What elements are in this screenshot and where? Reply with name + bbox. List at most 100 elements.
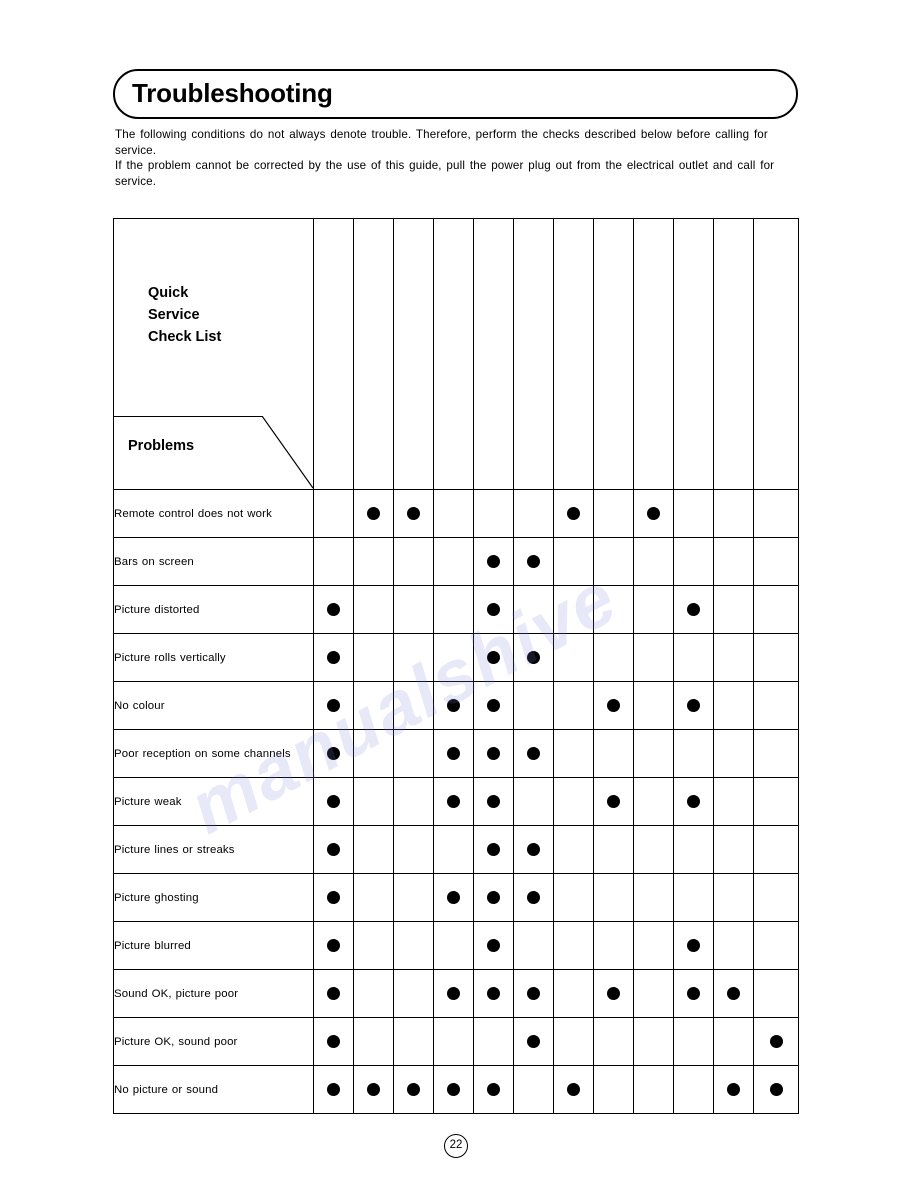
matrix-cell: [553, 489, 594, 538]
matrix-cell: [473, 489, 514, 538]
matrix-cell: [313, 585, 354, 634]
row-axis-label: Problems: [128, 438, 195, 454]
matrix-cell: [513, 969, 554, 1018]
matrix-cell: [313, 1017, 354, 1066]
column-header-5: If outside antenna is used, check for br…: [513, 218, 554, 490]
problem-label: Sound OK, picture poor: [113, 969, 314, 1018]
matrix-cell: [433, 969, 474, 1018]
matrix-cell: [593, 873, 634, 922]
check-dot: [687, 794, 700, 808]
matrix-cell: [753, 1017, 799, 1066]
check-dot: [367, 506, 380, 520]
page-number: 22: [444, 1134, 468, 1158]
check-dot: [327, 698, 340, 712]
matrix-cell: [713, 969, 754, 1018]
matrix-cell: [393, 633, 434, 682]
check-dot: [327, 746, 340, 760]
matrix-cell: [593, 537, 634, 586]
matrix-cell: [673, 1065, 714, 1114]
matrix-cell: [673, 729, 714, 778]
matrix-cell: [313, 681, 354, 730]
check-dot: [327, 1082, 340, 1096]
matrix-cell: [473, 873, 514, 922]
column-header-1-label: Try a new channel to check for possible …: [354, 225, 355, 483]
check-dot: [687, 602, 700, 616]
corner-diagonal: [262, 416, 313, 489]
check-dot: [487, 986, 500, 1000]
check-list-heading-line-3: Check List: [148, 329, 222, 345]
matrix-cell: [393, 489, 434, 538]
check-dot: [527, 842, 540, 856]
matrix-cell: [633, 921, 674, 970]
check-dot: [367, 1082, 380, 1096]
matrix-cell: [473, 777, 514, 826]
matrix-cell: [553, 921, 594, 970]
matrix-cell: [313, 921, 354, 970]
matrix-cell: [433, 585, 474, 634]
check-dot: [647, 506, 660, 520]
matrix-cell: [673, 537, 714, 586]
matrix-cell: [633, 777, 674, 826]
check-dot: [687, 986, 700, 1000]
matrix-cell: [513, 825, 554, 874]
matrix-cell: [633, 1065, 674, 1114]
column-header-8-label: Adjust COLOUR control: [634, 225, 635, 483]
matrix-cell: [713, 633, 754, 682]
column-header-11-label: Check if the Brightness or Contrast sett…: [754, 225, 755, 483]
matrix-cell: [313, 489, 354, 538]
check-dot: [327, 890, 340, 904]
matrix-cell: [313, 969, 354, 1018]
matrix-cell: [753, 969, 799, 1018]
check-list-heading-line-1: Quick: [148, 285, 189, 301]
matrix-cell: [313, 729, 354, 778]
matrix-cell: [753, 1065, 799, 1114]
check-dot: [487, 842, 500, 856]
column-axis-label: Possible Causes/Remedies: [315, 316, 316, 482]
table-row: Poor reception on some channels: [113, 729, 799, 778]
matrix-cell: [673, 633, 714, 682]
check-dot: [769, 1034, 783, 1048]
matrix-cell: [433, 537, 474, 586]
check-list-heading-line-2: Service: [148, 307, 200, 323]
problem-label: Picture OK, sound poor: [113, 1017, 314, 1066]
matrix-cell: [393, 1065, 434, 1114]
matrix-cell: [513, 633, 554, 682]
matrix-cell: [473, 729, 514, 778]
matrix-cell: [593, 729, 634, 778]
table-row: Picture ghosting: [113, 873, 799, 922]
matrix-cell: [673, 873, 714, 922]
matrix-cell: [713, 489, 754, 538]
check-dot: [487, 650, 500, 664]
table-row: No picture or sound: [113, 1065, 799, 1114]
check-dot: [487, 938, 500, 952]
matrix-cell: [393, 777, 434, 826]
matrix-cell: [393, 921, 434, 970]
matrix-cell: [673, 681, 714, 730]
check-dot: [447, 794, 460, 808]
column-header-3: Main Power button of TV not ON: [433, 218, 474, 490]
matrix-cell: [633, 873, 674, 922]
matrix-cell: [753, 921, 799, 970]
matrix-cell: [713, 921, 754, 970]
matrix-cell: [593, 681, 634, 730]
check-dot: [327, 602, 340, 616]
matrix-cell: [713, 729, 754, 778]
check-dot: [527, 986, 540, 1000]
check-dot: [607, 986, 620, 1000]
matrix-cell: [313, 825, 354, 874]
matrix-cell: [593, 585, 634, 634]
check-dot: [487, 1082, 500, 1096]
matrix-cell: [593, 921, 634, 970]
matrix-cell: [353, 873, 394, 922]
table-row: Bars on screen: [113, 537, 799, 586]
matrix-cell: [673, 489, 714, 538]
matrix-cell: [473, 969, 514, 1018]
column-header-4-label: Antenna not connected to terminal at the…: [474, 225, 475, 483]
matrix-cell: [713, 825, 754, 874]
page-title: Troubleshooting: [132, 78, 333, 108]
matrix-cell: [393, 873, 434, 922]
column-header-2-label: TV not plugged in Outlet power OFF: [394, 225, 395, 483]
matrix-cell: [753, 729, 799, 778]
check-dot: [487, 554, 500, 568]
matrix-cell: [433, 1065, 474, 1114]
